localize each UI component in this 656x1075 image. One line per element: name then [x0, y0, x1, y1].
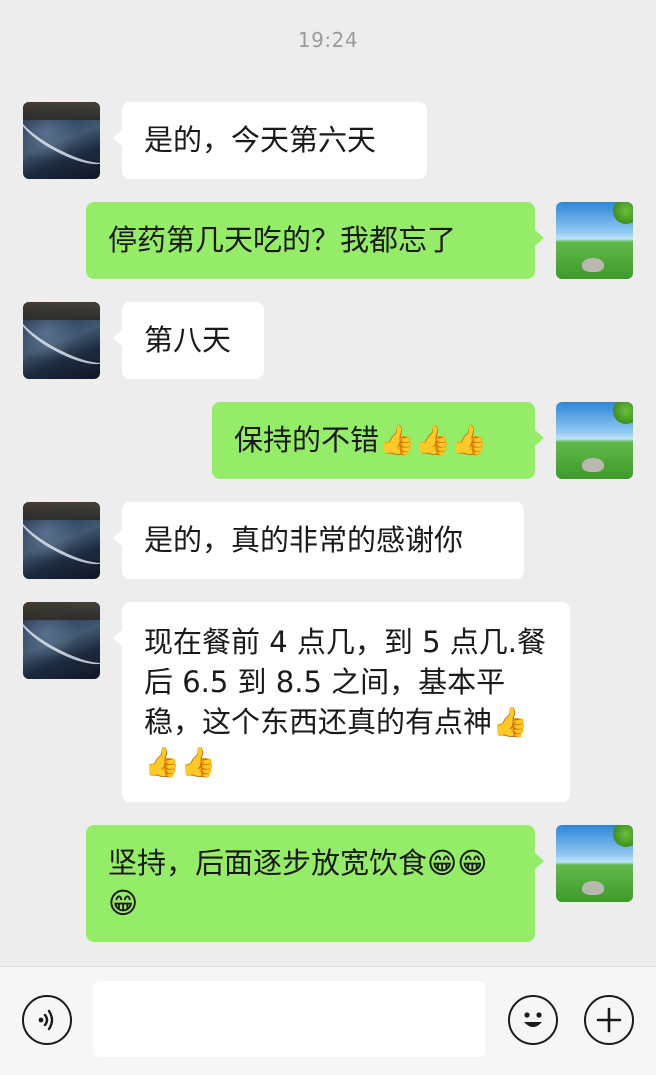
- message-bubble-outgoing[interactable]: 坚持，后面逐步放宽饮食😁😁😁: [86, 825, 544, 942]
- plus-icon[interactable]: [584, 995, 634, 1045]
- message-bubble-outgoing[interactable]: 保持的不错👍👍👍: [212, 402, 544, 479]
- message-bubble-incoming[interactable]: 第八天: [113, 302, 264, 379]
- chat-timestamp: 19:24: [297, 28, 359, 52]
- message-bubble-incoming[interactable]: 是的，今天第六天: [113, 102, 427, 179]
- message-input[interactable]: [93, 981, 485, 1057]
- chat-input-bar: [0, 966, 656, 1075]
- contact-avatar[interactable]: [23, 502, 100, 579]
- my-avatar[interactable]: [556, 825, 633, 902]
- message-bubble-incoming[interactable]: 是的，真的非常的感谢你: [113, 502, 524, 579]
- contact-avatar[interactable]: [23, 602, 100, 679]
- message-bubble-incoming[interactable]: 现在餐前 4 点几，到 5 点几.餐后 6.5 到 8.5 之间，基本平稳，这个…: [113, 602, 570, 802]
- contact-avatar[interactable]: [23, 102, 100, 179]
- my-avatar[interactable]: [556, 202, 633, 279]
- message-bubble-outgoing[interactable]: 停药第几天吃的？我都忘了: [86, 202, 544, 279]
- my-avatar[interactable]: [556, 402, 633, 479]
- emoji-icon[interactable]: [508, 995, 558, 1045]
- voice-icon[interactable]: [22, 995, 72, 1045]
- contact-avatar[interactable]: [23, 302, 100, 379]
